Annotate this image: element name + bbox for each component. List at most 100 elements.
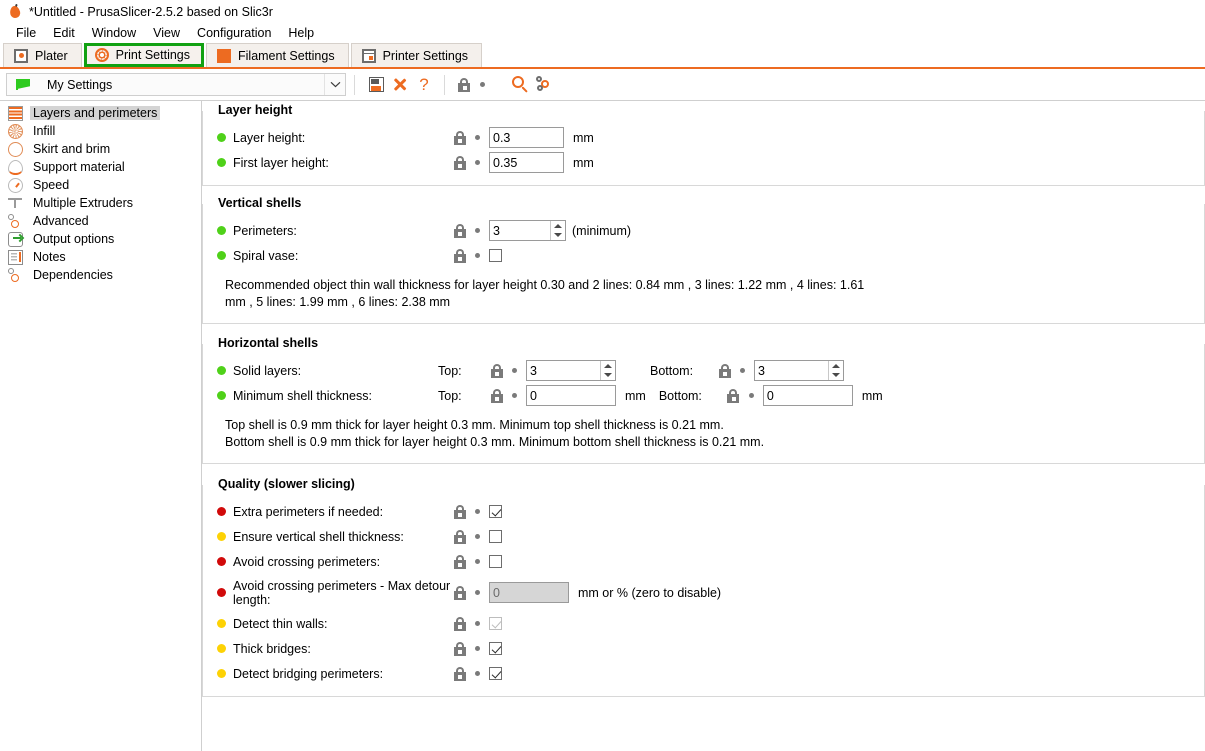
perimeters-input[interactable] xyxy=(490,221,550,240)
spiral-vase-checkbox[interactable] xyxy=(489,249,502,262)
revert-dot-icon[interactable] xyxy=(475,590,480,595)
sidebar-item-output-options[interactable]: Output options xyxy=(0,230,201,248)
menu-edit[interactable]: Edit xyxy=(45,25,84,41)
menu-file[interactable]: File xyxy=(8,25,45,41)
padlock-icon[interactable] xyxy=(453,504,466,519)
stepper-down-button[interactable] xyxy=(829,371,843,381)
revert-dot-icon[interactable] xyxy=(740,368,745,373)
sidebar-item-infill[interactable]: Infill xyxy=(0,122,201,140)
padlock-icon[interactable] xyxy=(453,585,466,600)
stepper-buttons[interactable] xyxy=(550,221,565,240)
ensure-vertical-shell-thickness-checkbox[interactable] xyxy=(489,530,502,543)
detect-bridging-perimeters-checkbox[interactable] xyxy=(489,667,502,680)
padlock-icon[interactable] xyxy=(453,248,466,263)
menu-view[interactable]: View xyxy=(145,25,189,41)
padlock-icon[interactable] xyxy=(490,388,503,403)
stepper-up-button[interactable] xyxy=(829,361,843,371)
sidebar-item-multiple-extruders[interactable]: Multiple Extruders xyxy=(0,194,201,212)
padlock-icon[interactable] xyxy=(453,130,466,145)
unit-label: (minimum) xyxy=(572,223,632,238)
sidebar-item-speed[interactable]: Speed xyxy=(0,176,201,194)
sidebar-item-skirt-and-brim[interactable]: Skirt and brim xyxy=(0,140,201,158)
search-button[interactable] xyxy=(508,73,532,97)
revert-dot-icon[interactable] xyxy=(512,368,517,373)
notes-icon xyxy=(8,249,23,265)
stepper-down-button[interactable] xyxy=(601,371,615,381)
revert-dot-icon[interactable] xyxy=(748,393,754,398)
avoid-crossing-perimeters-checkbox[interactable] xyxy=(489,555,502,568)
save-preset-button[interactable] xyxy=(364,73,388,97)
max-detour-length-input[interactable] xyxy=(489,582,569,603)
menu-help[interactable]: Help xyxy=(280,25,323,41)
help-button[interactable]: ? xyxy=(412,73,436,97)
option-row-spiral-vase: Spiral vase: xyxy=(203,243,1204,268)
tab-printer-settings[interactable]: Printer Settings xyxy=(350,43,483,67)
padlock-icon[interactable] xyxy=(727,388,740,403)
sidebar-item-notes[interactable]: Notes xyxy=(0,248,201,266)
menu-configuration[interactable]: Configuration xyxy=(189,25,280,41)
group-horizontal-shells: Horizontal shells Solid layers: Top: 3 B… xyxy=(202,336,1205,464)
tab-filament-settings[interactable]: Filament Settings xyxy=(206,43,349,67)
solid-layers-top-stepper[interactable] xyxy=(526,360,616,381)
chevron-down-icon[interactable] xyxy=(324,74,345,95)
min-shell-thickness-bottom-input[interactable] xyxy=(762,385,853,406)
padlock-icon[interactable] xyxy=(453,616,466,631)
option-label: Perimeters: xyxy=(233,223,297,238)
tab-label: Filament Settings xyxy=(238,48,335,63)
detect-thin-walls-checkbox[interactable] xyxy=(489,617,502,630)
solid-layers-bottom-input[interactable] xyxy=(755,361,828,380)
stepper-buttons[interactable] xyxy=(828,361,843,380)
layer-height-input[interactable] xyxy=(489,127,564,148)
revert-dot-icon[interactable] xyxy=(475,671,480,676)
delete-preset-button[interactable] xyxy=(388,73,412,97)
sidebar-item-dependencies[interactable]: Dependencies xyxy=(0,266,201,284)
stepper-up-button[interactable] xyxy=(601,361,615,371)
menu-window[interactable]: Window xyxy=(84,25,145,41)
save-icon xyxy=(368,77,384,92)
revert-dot-icon[interactable] xyxy=(475,559,480,564)
revert-dot-icon[interactable] xyxy=(475,509,480,514)
revert-dot-icon[interactable] xyxy=(475,228,480,233)
revert-dot-icon[interactable] xyxy=(475,135,480,140)
revert-dot-icon[interactable] xyxy=(475,646,480,651)
padlock-icon[interactable] xyxy=(453,223,466,238)
padlock-icon xyxy=(458,77,471,92)
padlock-icon[interactable] xyxy=(490,363,503,378)
tab-plater[interactable]: Plater xyxy=(3,43,82,67)
main-tabbar: Plater Print Settings Filament Settings … xyxy=(0,43,1205,69)
padlock-icon[interactable] xyxy=(453,554,466,569)
settings-category-sidebar: Layers and perimeters Infill Skirt and b… xyxy=(0,100,202,751)
status-bullet-yellow xyxy=(217,644,226,653)
revert-dot-icon[interactable] xyxy=(475,534,480,539)
solid-layers-top-input[interactable] xyxy=(527,361,600,380)
padlock-icon[interactable] xyxy=(453,529,466,544)
thick-bridges-checkbox[interactable] xyxy=(489,642,502,655)
padlock-icon[interactable] xyxy=(453,641,466,656)
preset-select[interactable]: My Settings xyxy=(6,73,346,96)
revert-dot-icon[interactable] xyxy=(475,621,480,626)
min-shell-thickness-top-input[interactable] xyxy=(526,385,616,406)
padlock-icon[interactable] xyxy=(453,155,466,170)
revert-dot-icon[interactable] xyxy=(475,253,480,258)
perimeters-stepper[interactable] xyxy=(489,220,566,241)
sidebar-item-advanced[interactable]: Advanced xyxy=(0,212,201,230)
sidebar-item-support-material[interactable]: Support material xyxy=(0,158,201,176)
first-layer-height-input[interactable] xyxy=(489,152,564,173)
option-row-ensure-vertical-shell-thickness: Ensure vertical shell thickness: xyxy=(203,524,1204,549)
stepper-buttons[interactable] xyxy=(600,361,615,380)
revert-dot-icon[interactable] xyxy=(512,393,517,398)
status-bullet-yellow xyxy=(217,669,226,678)
padlock-icon[interactable] xyxy=(453,666,466,681)
help-line: Recommended object thin wall thickness f… xyxy=(225,278,865,292)
expert-mode-button[interactable] xyxy=(532,73,556,97)
revert-dot-icon[interactable] xyxy=(475,160,480,165)
stepper-down-button[interactable] xyxy=(551,231,565,241)
lock-toggle-button[interactable] xyxy=(454,73,474,97)
stepper-up-button[interactable] xyxy=(551,221,565,231)
extra-perimeters-checkbox[interactable] xyxy=(489,505,502,518)
padlock-icon[interactable] xyxy=(718,363,731,378)
sidebar-item-layers-and-perimeters[interactable]: Layers and perimeters xyxy=(0,104,201,122)
tab-print-settings[interactable]: Print Settings xyxy=(83,43,204,67)
solid-layers-bottom-stepper[interactable] xyxy=(754,360,844,381)
gear-icon xyxy=(94,48,109,62)
